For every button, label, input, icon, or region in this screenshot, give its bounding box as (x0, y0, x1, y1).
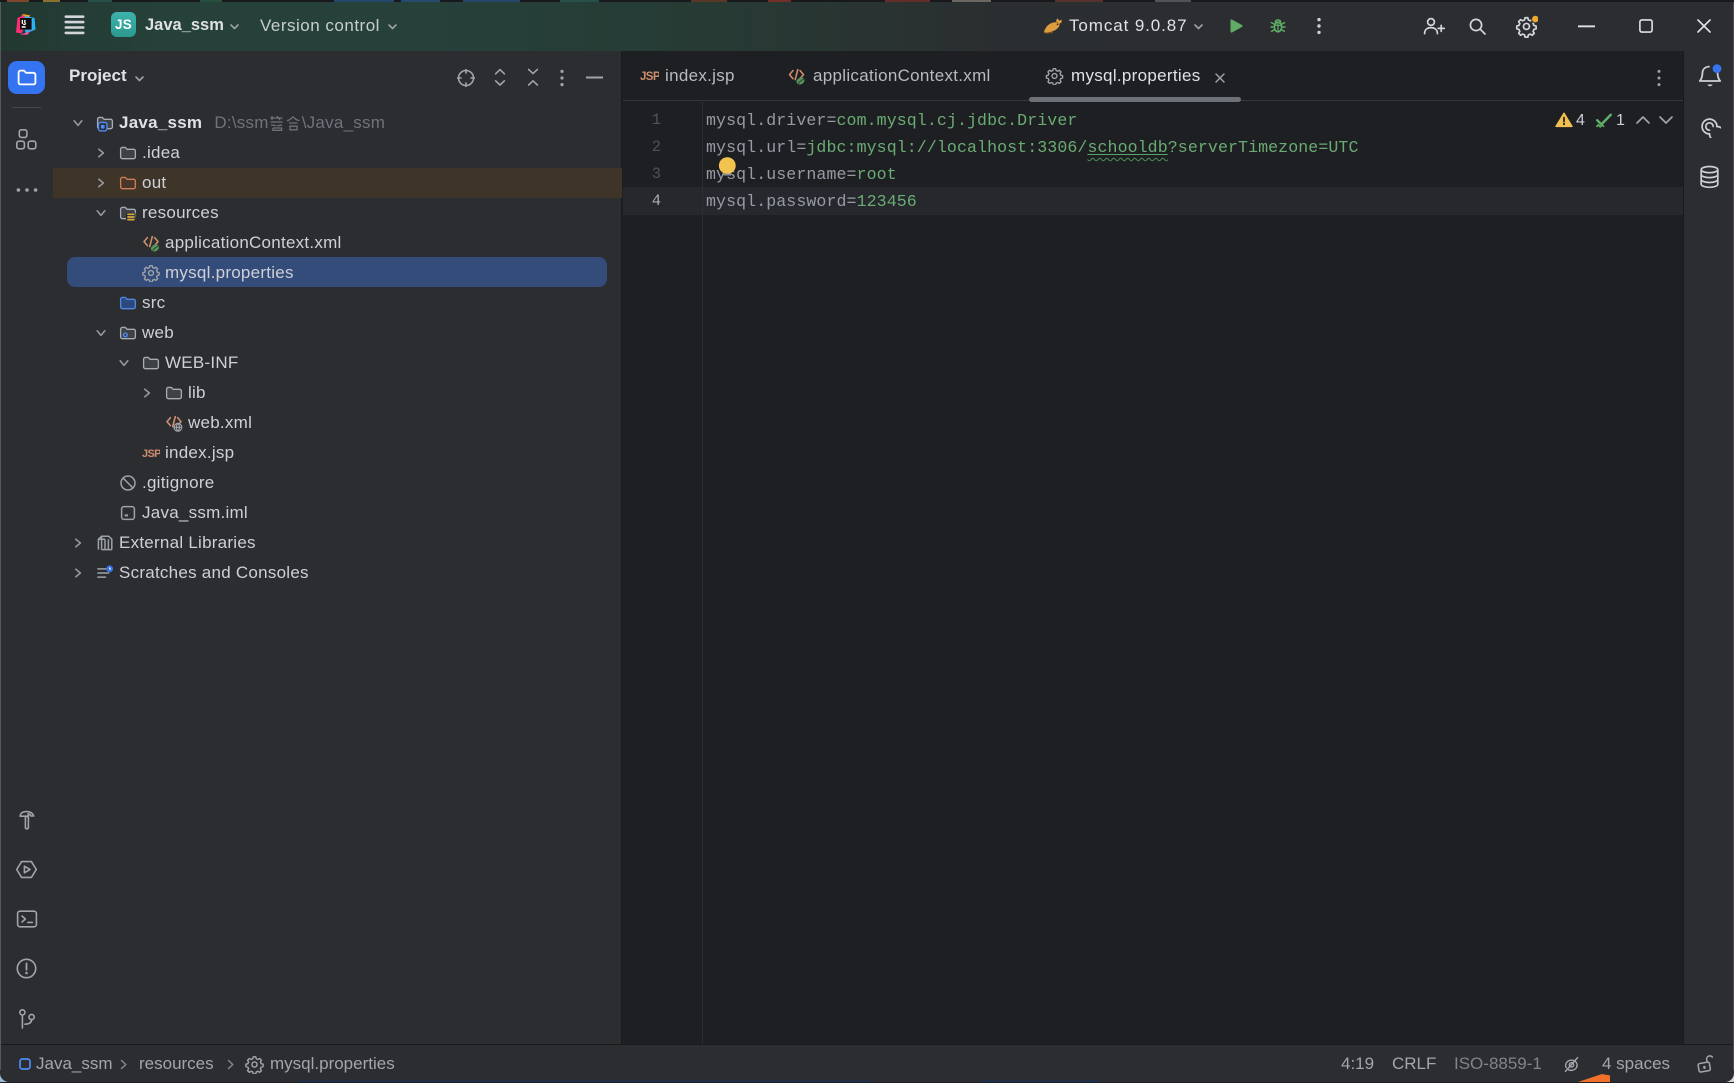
svg-text:JSP: JSP (640, 71, 659, 83)
svg-text:JSP: JSP (142, 448, 160, 460)
